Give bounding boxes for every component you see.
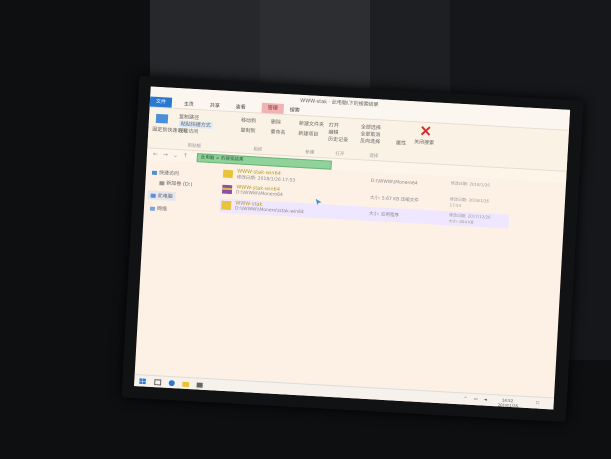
- delete-ribbon-button[interactable]: 删除: [271, 118, 281, 126]
- cursor-icon: [315, 198, 322, 205]
- tab-view[interactable]: 查看: [236, 103, 246, 111]
- chevron-down-icon[interactable]: ⌄: [173, 152, 178, 159]
- properties-button[interactable]: 属性: [396, 139, 406, 147]
- file-explorer-icon[interactable]: [182, 381, 190, 388]
- up-arrow-icon[interactable]: ↑: [183, 152, 188, 159]
- tab-manage[interactable]: 管理: [261, 102, 284, 114]
- volume-icon[interactable]: ◄: [484, 397, 487, 402]
- easy-access-button[interactable]: 轻松访问: [178, 127, 198, 135]
- navigation-pane: 快速访问 新加卷 (D:) 此电脑 网络: [135, 162, 208, 365]
- group-label-clipboard: 剪贴板: [187, 143, 202, 150]
- archive-icon: [221, 184, 233, 195]
- sidebar-item-drive-d[interactable]: 新加卷 (D:): [159, 179, 193, 188]
- file-type: 大小: 5.67 KB 压缩文件: [369, 195, 419, 204]
- folder-icon: [222, 169, 234, 179]
- store-icon[interactable]: [196, 381, 203, 388]
- forward-arrow-icon[interactable]: →: [163, 151, 168, 158]
- tray-chevron-icon[interactable]: ^: [464, 395, 468, 400]
- monitor: WWW-stak · 此电脑\下的搜索结果 文件 主页 共享 查看 管理 搜索 …: [121, 75, 584, 423]
- task-view-icon[interactable]: [154, 379, 162, 386]
- rename-button[interactable]: 重命名: [270, 128, 285, 136]
- network-icon: [149, 206, 156, 211]
- file-type: 大小: 应用程序: [368, 211, 400, 219]
- group-label-select: 选择: [369, 153, 379, 160]
- history-button[interactable]: 历史记录: [328, 135, 348, 143]
- sidebar-item-network[interactable]: 网络: [149, 205, 167, 213]
- close-search-button[interactable]: 关闭搜索: [414, 138, 434, 146]
- tab-file[interactable]: 文件: [149, 96, 173, 108]
- tab-home[interactable]: 主页: [184, 100, 194, 108]
- tab-search[interactable]: 搜索: [289, 106, 299, 114]
- notification-icon[interactable]: ▢: [536, 399, 540, 404]
- close-search-icon[interactable]: [420, 126, 431, 137]
- application-icon: [220, 200, 232, 211]
- invert-selection-button[interactable]: 反向选择: [360, 137, 380, 145]
- file-date: 修改日期: 2018/1/26: [450, 180, 491, 188]
- file-time: 17:53: [449, 202, 462, 208]
- sidebar-item-quick-access[interactable]: 快速访问: [151, 169, 179, 177]
- back-arrow-icon[interactable]: ←: [153, 151, 158, 158]
- screen: WWW-stak · 此电脑\下的搜索结果 文件 主页 共享 查看 管理 搜索 …: [134, 86, 571, 410]
- copy-to-button[interactable]: 复制到: [240, 127, 255, 135]
- group-label-organize: 组织: [253, 147, 263, 153]
- file-size: 大小: 404 KB: [448, 218, 474, 225]
- star-icon: [151, 170, 158, 175]
- new-item-button[interactable]: 新建项目: [298, 130, 318, 138]
- file-path: 修改日期: 2018/1/26 17:53: [236, 175, 296, 184]
- group-label-open: 打开: [335, 151, 345, 158]
- file-path: D:\\WWW\\Monero\\stak-win64: [234, 206, 304, 216]
- move-to-button[interactable]: 移动到: [241, 117, 256, 125]
- file-location: D:\\WWW\\Monero64: [370, 178, 418, 187]
- network-tray-icon[interactable]: ▭: [474, 396, 478, 401]
- new-folder-button[interactable]: 新建文件夹: [299, 120, 324, 128]
- group-label-new: 新建: [305, 150, 315, 156]
- tab-share[interactable]: 共享: [210, 102, 220, 110]
- edge-browser-icon[interactable]: [168, 380, 175, 387]
- drive-icon: [159, 180, 165, 185]
- clock-date[interactable]: 2018/1/26: [497, 402, 518, 408]
- computer-icon: [150, 193, 156, 198]
- sidebar-item-this-pc[interactable]: 此电脑: [147, 190, 176, 202]
- windows-start-icon[interactable]: [139, 378, 146, 385]
- pin-icon: [155, 113, 169, 124]
